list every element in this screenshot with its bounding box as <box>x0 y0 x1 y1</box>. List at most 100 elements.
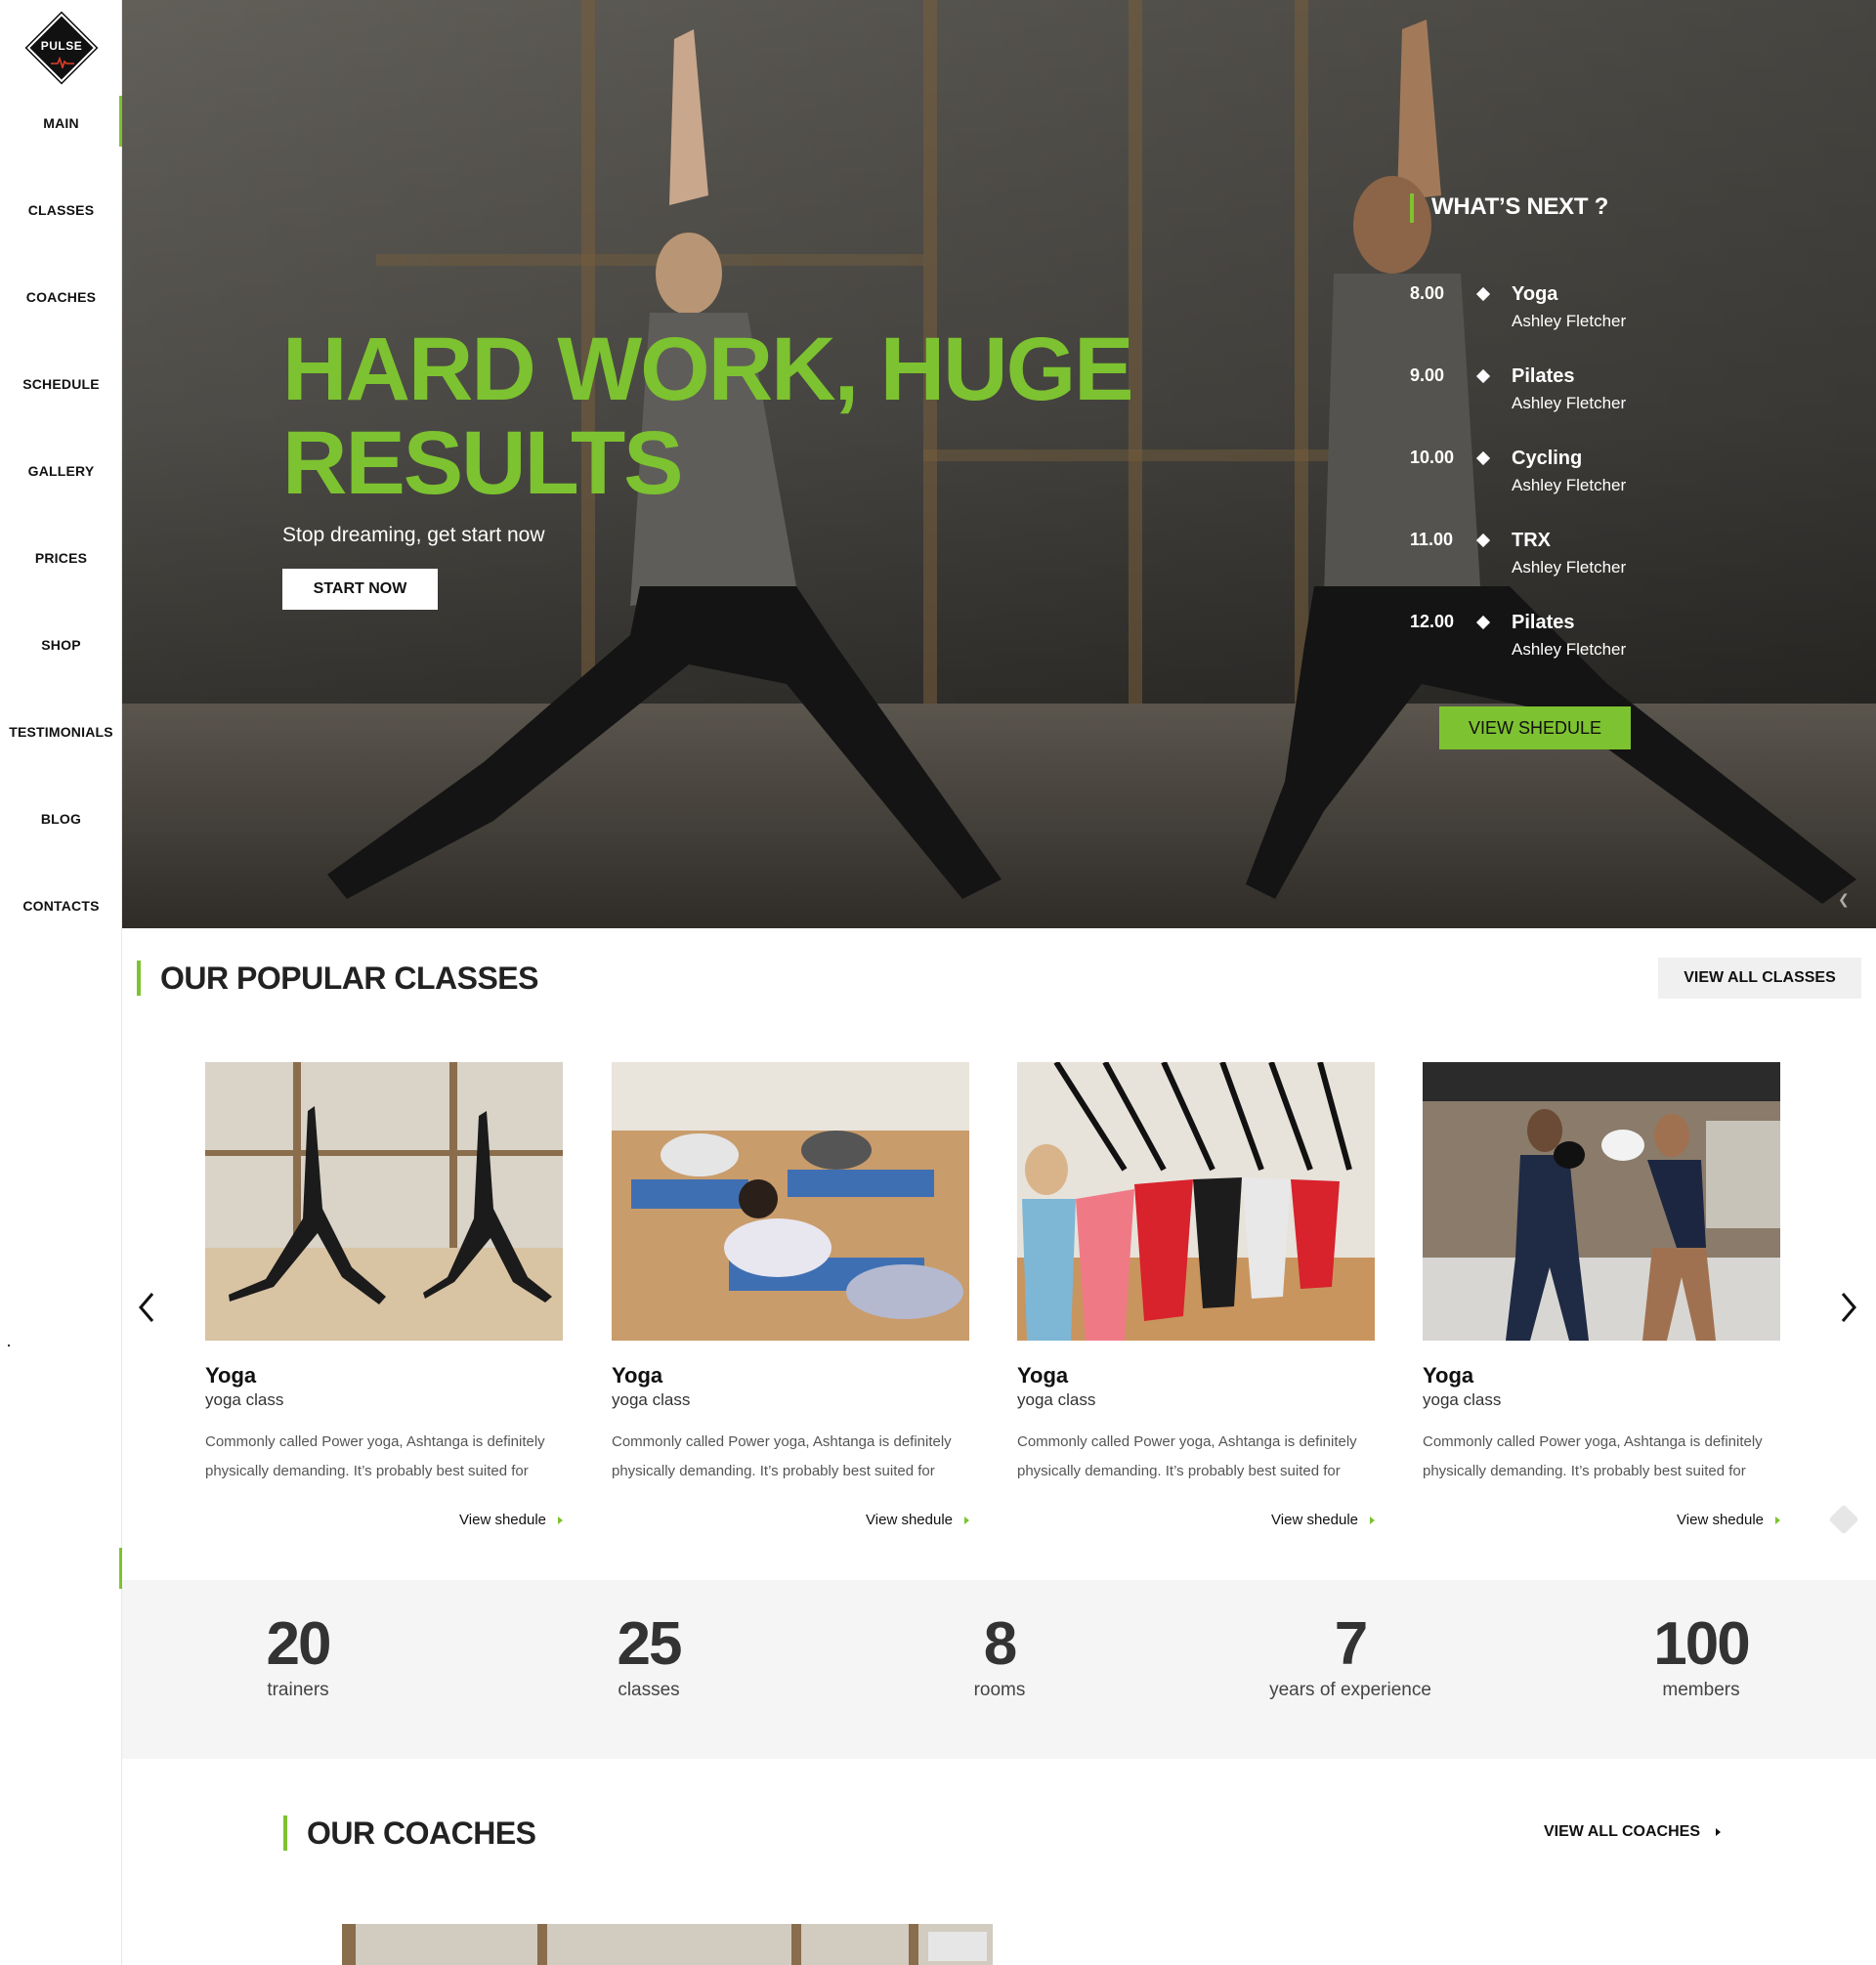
class-card[interactable]: Yoga yoga class Commonly called Power yo… <box>1423 1062 1780 1531</box>
diamond-bullet-icon <box>1475 533 1491 548</box>
view-all-coaches-link[interactable]: VIEW ALL COACHES <box>1544 1823 1722 1841</box>
view-shedule-link[interactable]: View shedule <box>459 1512 563 1528</box>
schedule-class: TRX <box>1512 530 1551 551</box>
hero-title-line-1: HARD WORK, HUGE <box>282 320 1134 419</box>
nav-item-coaches[interactable]: COACHES <box>0 262 122 349</box>
nav-item-classes[interactable]: CLASSES <box>0 175 122 262</box>
arrow-right-icon <box>558 1516 563 1525</box>
stat-label: classes <box>618 1680 680 1700</box>
stat-label: rooms <box>973 1680 1026 1700</box>
coach-photo[interactable] <box>342 1924 993 1965</box>
view-shedule-link[interactable]: View shedule <box>1271 1512 1375 1528</box>
schedule-row[interactable]: 10.00 Cycling Ashley Fletcher <box>1410 448 1684 516</box>
nav-item-gallery[interactable]: GALLERY <box>0 436 122 523</box>
view-shedule-link[interactable]: View shedule <box>866 1512 969 1528</box>
class-photo-yoga-studio <box>205 1062 563 1341</box>
hero-banner: HARD WORK, HUGE RESULTS Stop dreaming, g… <box>122 0 1876 928</box>
class-description: Commonly called Power yoga, Ashtanga is … <box>1017 1428 1375 1486</box>
class-name: Yoga <box>612 1363 663 1388</box>
stat-item: 100 members <box>1574 1613 1828 1701</box>
hero-title: HARD WORK, HUGE RESULTS <box>282 322 1162 510</box>
schedule-class: Pilates <box>1512 612 1575 633</box>
class-card[interactable]: Yoga yoga class Commonly called Power yo… <box>205 1062 563 1531</box>
schedule-row[interactable]: 9.00 Pilates Ashley Fletcher <box>1410 365 1684 434</box>
whats-next-panel: WHAT’S NEXT ? 8.00 Yoga Ashley Fletcher … <box>1410 192 1684 659</box>
scroll-top-icon[interactable] <box>1828 1504 1859 1535</box>
stat-label: members <box>1662 1680 1740 1700</box>
diamond-bullet-icon <box>1475 615 1491 630</box>
schedule-time: 9.00 <box>1410 365 1445 385</box>
class-type: yoga class <box>1017 1390 1096 1409</box>
class-photo-trx <box>1017 1062 1375 1341</box>
class-description-line: Commonly called Power yoga, Ashtanga is … <box>1423 1433 1763 1450</box>
class-description-line: physically demanding. It’s probably best… <box>612 1463 935 1479</box>
view-shedule-label: View shedule <box>1271 1512 1358 1528</box>
nav-item-testimonials[interactable]: TESTIMONIALS <box>0 697 122 784</box>
arrow-right-icon <box>1370 1516 1375 1525</box>
slider-arrow-icon[interactable]: ❮ <box>1838 891 1852 907</box>
hero-title-line-2: RESULTS <box>282 413 684 513</box>
nav-item-contacts[interactable]: CONTACTS <box>0 871 122 958</box>
diamond-bullet-icon <box>1475 368 1491 384</box>
hero-subtitle: Stop dreaming, get start now <box>282 524 545 546</box>
class-description-line: physically demanding. It’s probably best… <box>1017 1463 1341 1479</box>
view-shedule-label: View shedule <box>1677 1512 1764 1528</box>
class-description-line: Commonly called Power yoga, Ashtanga is … <box>1017 1433 1357 1450</box>
main-nav: MAIN CLASSES COACHES SCHEDULE GALLERY PR… <box>0 88 122 958</box>
view-all-classes-button[interactable]: VIEW ALL CLASSES <box>1658 958 1861 999</box>
schedule-time: 11.00 <box>1410 530 1454 549</box>
schedule-time: 10.00 <box>1410 448 1455 467</box>
class-type: yoga class <box>205 1390 284 1409</box>
schedule-row[interactable]: 8.00 Yoga Ashley Fletcher <box>1410 283 1684 352</box>
stat-label: trainers <box>267 1680 329 1700</box>
stats-bar: 20 trainers 25 classes 8 rooms 7 years o… <box>122 1580 1876 1759</box>
schedule-row[interactable]: 12.00 Pilates Ashley Fletcher <box>1410 612 1684 680</box>
class-description-line: Commonly called Power yoga, Ashtanga is … <box>205 1433 545 1450</box>
arrow-right-icon <box>1775 1516 1780 1525</box>
stat-value: 25 <box>617 1610 683 1678</box>
nav-item-main[interactable]: MAIN <box>0 88 122 175</box>
class-type: yoga class <box>612 1390 691 1409</box>
schedule-time: 12.00 <box>1410 612 1455 631</box>
schedule-coach: Ashley Fletcher <box>1512 558 1627 577</box>
schedule-row[interactable]: 11.00 TRX Ashley Fletcher <box>1410 530 1684 598</box>
class-description-line: physically demanding. It’s probably best… <box>205 1463 529 1479</box>
coaches-title: OUR COACHES <box>283 1815 536 1851</box>
pulse-logo[interactable]: PULSE <box>26 13 97 83</box>
start-now-button[interactable]: START NOW <box>282 569 438 610</box>
view-schedule-button[interactable]: VIEW SHEDULE <box>1439 706 1631 749</box>
class-card[interactable]: Yoga yoga class Commonly called Power yo… <box>612 1062 969 1531</box>
logo-text: PULSE <box>40 39 83 53</box>
class-name: Yoga <box>1423 1363 1474 1388</box>
schedule-coach: Ashley Fletcher <box>1512 640 1627 659</box>
whats-next-title: WHAT’S NEXT ? <box>1410 192 1684 223</box>
class-name: Yoga <box>1017 1363 1069 1388</box>
stat-value: 8 <box>983 1610 1017 1678</box>
class-photo-yoga-group <box>612 1062 969 1341</box>
divider-dot <box>8 1345 10 1346</box>
schedule-class: Yoga <box>1512 283 1558 305</box>
class-card[interactable]: Yoga yoga class Commonly called Power yo… <box>1017 1062 1375 1531</box>
class-description: Commonly called Power yoga, Ashtanga is … <box>205 1428 563 1486</box>
stat-value: 20 <box>266 1610 332 1678</box>
nav-item-blog[interactable]: BLOG <box>0 784 122 871</box>
diamond-bullet-icon <box>1475 286 1491 302</box>
nav-item-prices[interactable]: PRICES <box>0 523 122 610</box>
stat-item: 25 classes <box>522 1613 776 1701</box>
stat-item: 7 years of experience <box>1223 1613 1477 1701</box>
view-shedule-label: View shedule <box>459 1512 546 1528</box>
nav-item-schedule[interactable]: SCHEDULE <box>0 349 122 436</box>
view-shedule-label: View shedule <box>866 1512 953 1528</box>
stat-label: years of experience <box>1269 1680 1431 1700</box>
nav-item-shop[interactable]: SHOP <box>0 610 122 697</box>
chevron-left-icon[interactable] <box>133 1288 160 1327</box>
arrow-right-icon <box>1716 1827 1722 1836</box>
schedule-coach: Ashley Fletcher <box>1512 476 1627 494</box>
stat-value: 100 <box>1653 1610 1750 1678</box>
view-all-coaches-label: VIEW ALL COACHES <box>1544 1823 1701 1840</box>
class-description: Commonly called Power yoga, Ashtanga is … <box>1423 1428 1780 1486</box>
chevron-right-icon[interactable] <box>1835 1288 1862 1327</box>
view-shedule-link[interactable]: View shedule <box>1677 1512 1780 1528</box>
schedule-coach: Ashley Fletcher <box>1512 312 1627 330</box>
heartbeat-icon <box>51 57 74 68</box>
